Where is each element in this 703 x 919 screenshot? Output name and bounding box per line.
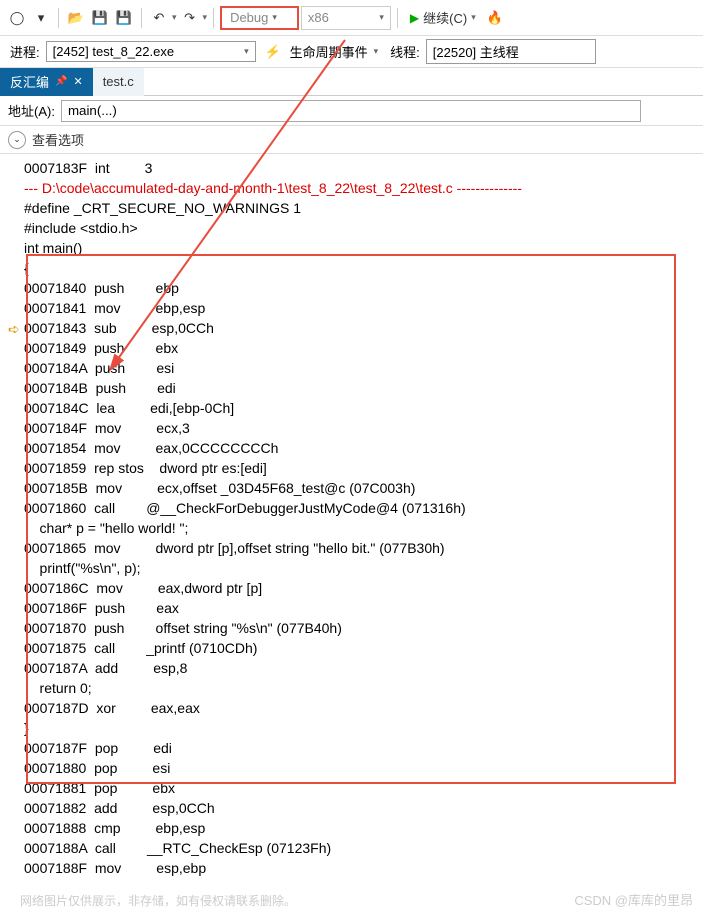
- lifecycle-label: 生命周期事件: [290, 42, 368, 61]
- code-line: 00071854 mov eax,0CCCCCCCCh: [24, 438, 703, 458]
- watermark-left: 网络图片仅供展示，非存储，如有侵权请联系删除。: [20, 892, 296, 909]
- code-line: 00071860 call @__CheckForDebuggerJustMyC…: [24, 498, 703, 518]
- code-line: 0007186C mov eax,dword ptr [p]: [24, 578, 703, 598]
- chevron-down-icon[interactable]: ▾: [374, 46, 379, 57]
- code-line: 0007188A call __RTC_CheckEsp (07123Fh): [24, 838, 703, 858]
- code-line: return 0;: [24, 678, 703, 698]
- open-icon[interactable]: 📂: [65, 7, 87, 29]
- editor-tabs: 反汇编 📌 ✕ test.c: [0, 68, 703, 96]
- redo-icon[interactable]: ↷: [179, 7, 201, 29]
- lifecycle-icon[interactable]: ⚡: [262, 41, 284, 63]
- watermark-right: CSDN @库库的里昂: [574, 890, 693, 909]
- address-bar: 地址(A):: [0, 96, 703, 126]
- current-line-arrow-icon: ➪: [8, 321, 20, 338]
- code-line: 0007184C lea edi,[ebp-0Ch]: [24, 398, 703, 418]
- expand-icon[interactable]: ⌄: [8, 131, 26, 149]
- code-line: 00071875 call _printf (0710CDh): [24, 638, 703, 658]
- code-line: 00071880 pop esi: [24, 758, 703, 778]
- chevron-down-icon: ▾: [379, 12, 384, 23]
- thread-value: [22520] 主线程: [433, 42, 519, 61]
- process-label: 进程:: [10, 42, 40, 61]
- config-label: Debug: [230, 10, 268, 25]
- redo-caret-icon[interactable]: ▾: [203, 12, 208, 23]
- separator: [58, 8, 59, 28]
- code-line: 00071849 push ebx: [24, 338, 703, 358]
- code-line: 0007186F push eax: [24, 598, 703, 618]
- code-line: 0007187F pop edi: [24, 738, 703, 758]
- pin-icon[interactable]: 📌: [55, 76, 67, 87]
- undo-caret-icon[interactable]: ▾: [172, 12, 177, 23]
- code-line: 00071870 push offset string "%s\n" (077B…: [24, 618, 703, 638]
- tab-disassembly[interactable]: 反汇编 📌 ✕: [0, 68, 93, 96]
- code-line: 00071841 mov ebp,esp: [24, 298, 703, 318]
- code-line: char* p = "hello world! ";: [24, 518, 703, 538]
- code-line: --- D:\code\accumulated-day-and-month-1\…: [24, 178, 703, 198]
- code-line: #define _CRT_SECURE_NO_WARNINGS 1: [24, 198, 703, 218]
- continue-button[interactable]: ▶ 继续(C) ▾: [404, 6, 482, 29]
- tab-label: 反汇编: [10, 72, 49, 91]
- code-line: int main(): [24, 238, 703, 258]
- code-line: 0007185B mov ecx,offset _03D45F68_test@c…: [24, 478, 703, 498]
- chevron-down-icon: ▾: [471, 12, 476, 23]
- tab-label: test.c: [103, 74, 134, 89]
- platform-dropdown[interactable]: x86 ▾: [301, 6, 391, 30]
- code-line: {: [24, 258, 703, 278]
- hot-reload-icon[interactable]: 🔥: [484, 7, 506, 29]
- code-line: 00071843 sub esp,0CCh: [24, 318, 703, 338]
- close-icon[interactable]: ✕: [73, 75, 82, 88]
- process-value: [2452] test_8_22.exe: [53, 44, 174, 59]
- config-dropdown[interactable]: Debug ▾: [220, 6, 299, 30]
- code-line: 0007184A push esi: [24, 358, 703, 378]
- code-line: 00071881 pop ebx: [24, 778, 703, 798]
- code-line: 0007184F mov ecx,3: [24, 418, 703, 438]
- chevron-down-icon: ▾: [244, 46, 249, 57]
- code-line: 0007187A add esp,8: [24, 658, 703, 678]
- code-line: #include <stdio.h>: [24, 218, 703, 238]
- save-all-icon[interactable]: 💾: [113, 7, 135, 29]
- code-line: 00071888 cmp ebp,esp: [24, 818, 703, 838]
- code-line: 0007188F mov esp,ebp: [24, 858, 703, 878]
- thread-dropdown[interactable]: [22520] 主线程: [426, 39, 596, 64]
- thread-label: 线程:: [390, 42, 420, 61]
- code-line: printf("%s\n", p);: [24, 558, 703, 578]
- tab-source-file[interactable]: test.c: [93, 68, 144, 96]
- address-input[interactable]: [61, 100, 641, 122]
- separator: [141, 8, 142, 28]
- code-line: 0007187D xor eax,eax: [24, 698, 703, 718]
- code-line: 00071840 push ebp: [24, 278, 703, 298]
- back-nav-icon[interactable]: ▾: [30, 7, 52, 29]
- address-label: 地址(A):: [8, 101, 55, 120]
- code-line: 00071882 add esp,0CCh: [24, 798, 703, 818]
- disassembly-view[interactable]: 0007183F int 3 --- D:\code\accumulated-d…: [0, 154, 703, 882]
- code-line: }: [24, 718, 703, 738]
- code-line: 00071859 rep stos dword ptr es:[edi]: [24, 458, 703, 478]
- view-options-label[interactable]: 查看选项: [32, 130, 84, 149]
- main-toolbar: ◯ ▾ 📂 💾 💾 ↶ ▾ ↷ ▾ Debug ▾ x86 ▾ ▶ 继续(C) …: [0, 0, 703, 36]
- circle-icon[interactable]: ◯: [6, 7, 28, 29]
- view-options-row: ⌄ 查看选项: [0, 126, 703, 154]
- continue-label: 继续(C): [423, 8, 467, 27]
- code-line: 0007184B push edi: [24, 378, 703, 398]
- save-icon[interactable]: 💾: [89, 7, 111, 29]
- play-icon: ▶: [410, 11, 419, 25]
- process-toolbar: 进程: [2452] test_8_22.exe ▾ ⚡ 生命周期事件 ▾ 线程…: [0, 36, 703, 68]
- separator: [213, 8, 214, 28]
- separator: [397, 8, 398, 28]
- chevron-down-icon: ▾: [272, 12, 277, 23]
- code-line: 0007183F int 3: [24, 158, 703, 178]
- platform-label: x86: [308, 10, 329, 25]
- code-line: 00071865 mov dword ptr [p],offset string…: [24, 538, 703, 558]
- undo-icon[interactable]: ↶: [148, 7, 170, 29]
- process-dropdown[interactable]: [2452] test_8_22.exe ▾: [46, 41, 256, 62]
